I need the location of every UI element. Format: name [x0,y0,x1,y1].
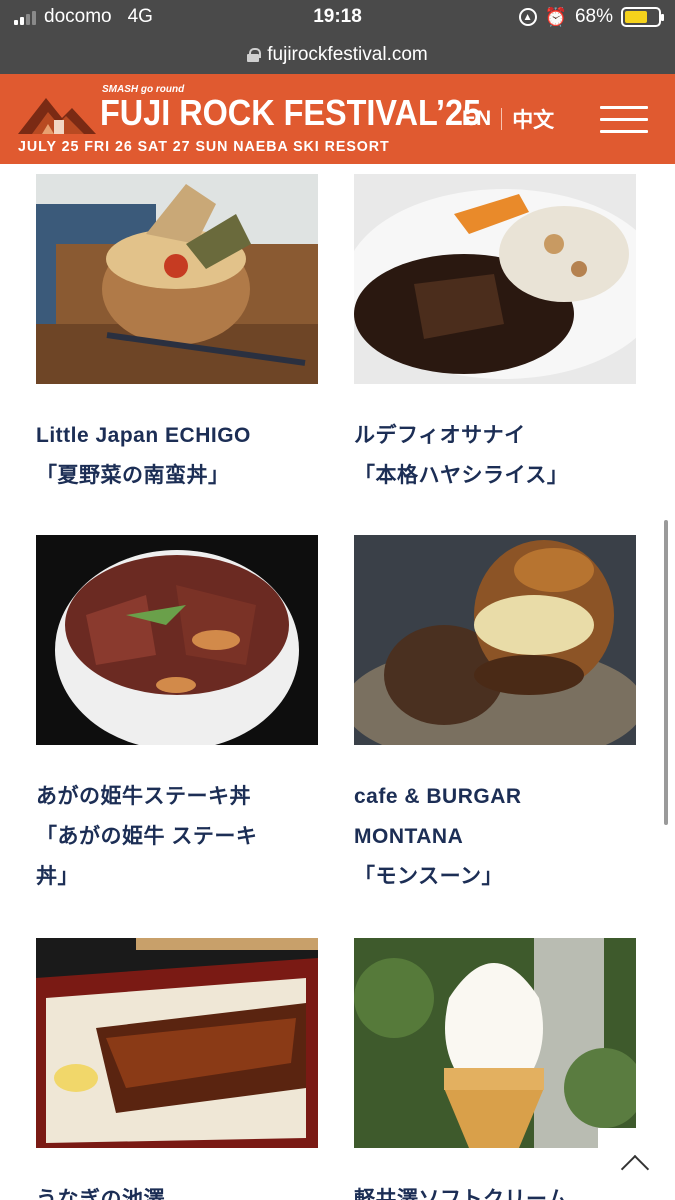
battery-percent: 68% [574,6,613,27]
festival-dates: JULY 25 FRI 26 SAT 27 SUN NAEBA SKI RESO… [18,138,390,155]
battery-icon [621,7,664,27]
food-card[interactable]: あがの姫牛ステーキ丼 「あがの姫牛 ステーキ 丼」 [36,535,318,897]
food-card[interactable]: cafe & BURGAR MONTANA 「モンスーン」 [354,535,636,897]
food-photo[interactable] [354,535,636,745]
shop-name-continued: MONTANA [354,825,464,848]
dish-name: 「夏野菜の南蛮丼」 [36,464,230,487]
food-photo[interactable] [36,174,318,384]
food-photo[interactable] [354,938,636,1148]
food-photo[interactable] [36,938,318,1148]
lock-icon [247,48,262,62]
mountain-logo-icon [18,98,96,134]
shop-name: Little Japan ECHIGO [36,424,251,447]
food-photo[interactable] [36,535,318,745]
site-header: SMASH go round FUJI ROCK FESTIVAL’25 JUL… [0,74,675,164]
back-to-top-button[interactable] [598,1128,672,1200]
food-photo[interactable] [354,174,636,384]
dish-name: 「本格ハヤシライス」 [354,464,569,487]
status-bar: docomo 4G 19:18 ▲ ⏰ 68% [0,0,675,36]
festival-title: FUJI ROCK FESTIVAL’25 [100,92,482,133]
food-card[interactable]: ルデフィオサナイ 「本格ハヤシライス」 [354,174,636,496]
divider [501,108,503,130]
shop-name: ルデフィオサナイ [354,424,526,447]
shop-name: 軽井澤ソフトクリーム [354,1188,569,1200]
dish-name: 「モンスーン」 [354,865,504,888]
festival-logo[interactable]: SMASH go round FUJI ROCK FESTIVAL’25 JUL… [18,82,481,158]
shop-name: うなぎの池澤 [36,1188,165,1200]
url-text[interactable]: fujirockfestival.com [267,44,428,66]
dish-name-continued: 丼」 [36,865,79,888]
chevron-up-icon [620,1154,650,1184]
orientation-lock-icon: ▲ [518,8,537,26]
lang-en-link[interactable]: EN [462,107,491,131]
hamburger-menu-icon[interactable] [600,106,648,134]
lang-zh-link[interactable]: 中文 [512,104,554,134]
shop-name: あがの姫牛ステーキ丼 [36,785,251,808]
food-card[interactable]: Little Japan ECHIGO 「夏野菜の南蛮丼」 [36,174,318,496]
food-card[interactable]: 軽井澤ソフトクリーム [354,938,636,1200]
dish-name: 「あがの姫牛 ステーキ [36,825,258,848]
language-switcher: EN 中文 [462,104,554,134]
address-bar[interactable]: fujirockfestival.com [0,36,675,74]
scroll-indicator [664,520,668,825]
alarm-icon: ⏰ [544,6,567,27]
food-card[interactable]: うなぎの池澤 [36,938,318,1200]
shop-name: cafe & BURGAR [354,785,522,808]
